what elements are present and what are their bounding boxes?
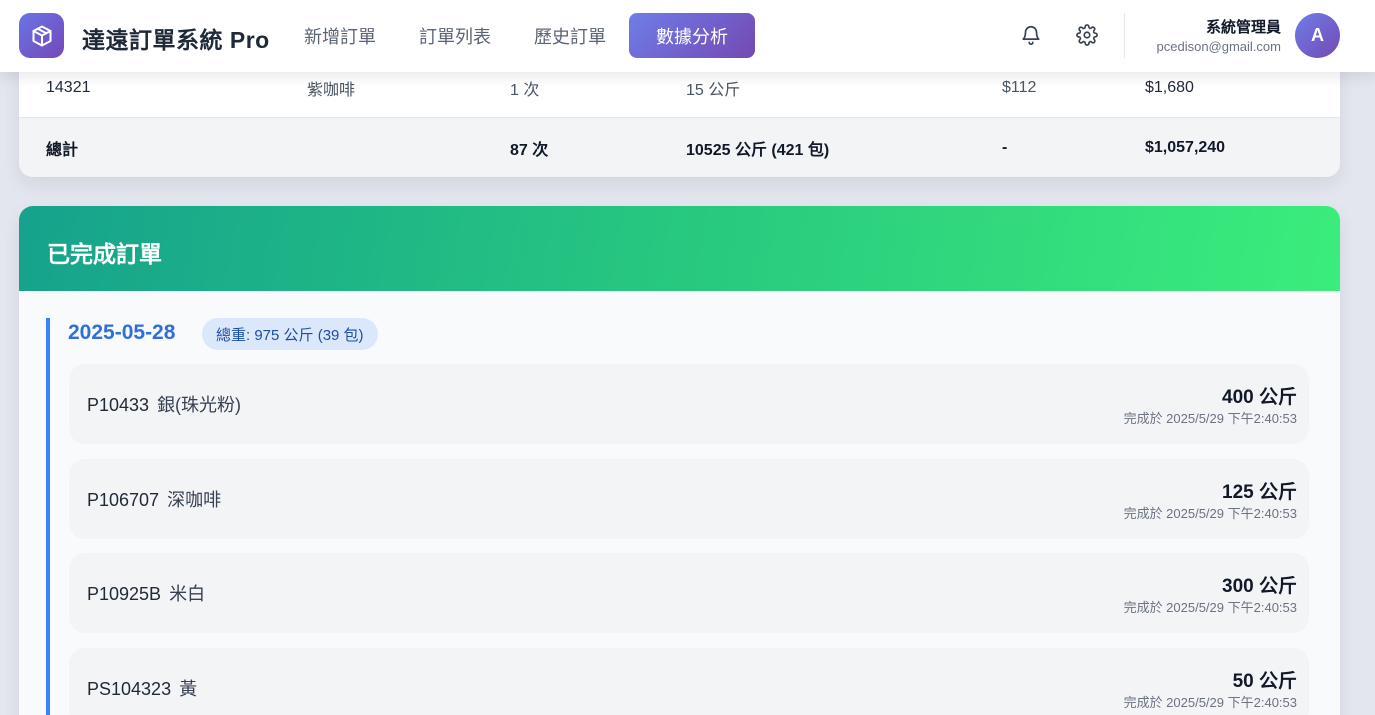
order-code: P106707 <box>87 490 160 510</box>
order-code-line: P106707 深咖啡 <box>87 486 221 512</box>
header-divider <box>1124 13 1125 58</box>
app-logo[interactable] <box>19 13 64 58</box>
color-cell: 紫咖啡 <box>307 81 356 99</box>
nav-order-list[interactable]: 訂單列表 <box>399 13 511 58</box>
completed-orders-card: 已完成訂單 2025-05-28 總重: 975 公斤 (39 包) P1043… <box>19 206 1340 715</box>
unit-price-cell: $112 <box>1002 78 1037 96</box>
completed-orders-title: 已完成訂單 <box>47 241 162 267</box>
order-weight: 125 公斤 <box>1222 482 1297 503</box>
order-code-line: PS104323 黃 <box>87 675 197 701</box>
total-weight: 10525 公斤 (421 包) <box>686 141 830 159</box>
total-weight-badge: 總重: 975 公斤 (39 包) <box>202 318 378 350</box>
main-nav: 新增訂單 訂單列表 歷史訂單 數據分析 <box>284 13 758 58</box>
table-total-row: 總計 87 次 10525 公斤 (421 包) - $1,057,240 <box>19 117 1340 177</box>
cube-icon <box>30 24 54 48</box>
total-amount: $1,057,240 <box>1145 138 1226 156</box>
order-item[interactable]: PS104323 黃 50 公斤 完成於 2025/5/29 下午2:40:53 <box>69 648 1309 715</box>
order-weight: 300 公斤 <box>1222 576 1297 597</box>
amount-cell: $1,680 <box>1145 78 1194 96</box>
avatar[interactable]: A <box>1295 13 1340 58</box>
total-price: - <box>1002 138 1008 156</box>
settings-button[interactable] <box>1072 20 1102 50</box>
bell-icon <box>1020 24 1042 46</box>
order-code-line: P10433 銀(珠光粉) <box>87 391 241 417</box>
order-item[interactable]: P10925B 米白 300 公斤 完成於 2025/5/29 下午2:40:53 <box>69 553 1309 633</box>
order-code: P10925B <box>87 584 162 604</box>
app-title: 達遠訂單系統 Pro <box>82 27 270 53</box>
weight-cell: 15 公斤 <box>686 81 741 99</box>
order-completed-time: 完成於 2025/5/29 下午2:40:53 <box>1123 695 1297 710</box>
order-completed-time: 完成於 2025/5/29 下午2:40:53 <box>1123 411 1297 426</box>
order-weight: 50 公斤 <box>1232 671 1297 692</box>
top-navbar: 達遠訂單系統 Pro 新增訂單 訂單列表 歷史訂單 數據分析 系統管理員 pce… <box>0 0 1375 72</box>
order-weight: 400 公斤 <box>1222 387 1297 408</box>
order-color: 深咖啡 <box>167 490 222 510</box>
nav-order-history[interactable]: 歷史訂單 <box>514 13 626 58</box>
date-group: 2025-05-28 總重: 975 公斤 (39 包) P10433 銀(珠光粉… <box>46 318 1316 715</box>
order-color: 米白 <box>169 584 206 604</box>
total-times: 87 次 <box>510 141 549 159</box>
order-code: P10433 <box>87 395 150 415</box>
completed-orders-header: 已完成訂單 <box>19 206 1340 291</box>
user-email: pcedison@gmail.com <box>1156 39 1281 54</box>
product-code-cell: 14321 <box>46 78 91 96</box>
user-name: 系統管理員 <box>1205 19 1281 36</box>
notification-button[interactable] <box>1016 20 1046 50</box>
order-code-line: P10925B 米白 <box>87 580 205 606</box>
gear-icon <box>1076 24 1098 46</box>
times-cell: 1 次 <box>510 81 540 99</box>
order-item[interactable]: P106707 深咖啡 125 公斤 完成於 2025/5/29 下午2:40:5… <box>69 459 1309 539</box>
order-completed-time: 完成於 2025/5/29 下午2:40:53 <box>1123 600 1297 615</box>
nav-data-analysis[interactable]: 數據分析 <box>629 13 755 58</box>
nav-new-order[interactable]: 新增訂單 <box>284 13 396 58</box>
order-completed-time: 完成於 2025/5/29 下午2:40:53 <box>1123 506 1297 521</box>
total-label: 總計 <box>46 141 79 159</box>
order-item[interactable]: P10433 銀(珠光粉) 400 公斤 完成於 2025/5/29 下午2:40… <box>69 364 1309 444</box>
group-date: 2025-05-28 <box>68 321 176 344</box>
order-color: 銀(珠光粉) <box>157 395 242 415</box>
order-color: 黃 <box>179 679 198 699</box>
order-code: PS104323 <box>87 679 172 699</box>
